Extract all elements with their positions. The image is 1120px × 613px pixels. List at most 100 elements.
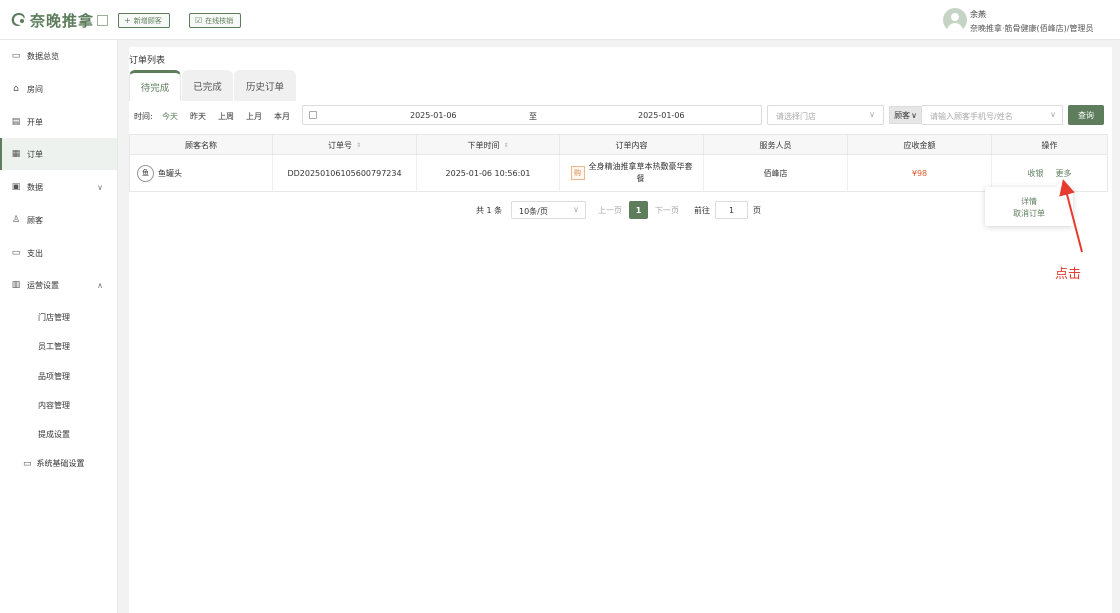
customer-type-select[interactable]: 顾客 ∨: [889, 106, 922, 124]
filter-this-month[interactable]: 本月: [274, 111, 290, 122]
sidebar-item-overview[interactable]: ▭ 数据总览: [0, 40, 117, 72]
page-title: 订单列表: [129, 56, 166, 66]
filter-last-week[interactable]: 上周: [218, 111, 234, 122]
sidebar: ▭ 数据总览 ⌂ 房间 ▤ 开单 ▦ 订单 ▣ 数据 ∨ ♙ 顾客 ▭ 支出 ▥…: [0, 40, 118, 613]
sidebar-item-data[interactable]: ▣ 数据 ∨: [0, 171, 117, 203]
column-header: 订单内容: [560, 135, 704, 155]
order-time-cell: 2025-01-06 10:56:01: [417, 155, 560, 191]
avatar[interactable]: [943, 8, 967, 32]
staff-cell: 佰峰店: [704, 155, 848, 191]
next-page-button[interactable]: 下一页: [655, 205, 679, 216]
sidebar-item-orders[interactable]: ▦ 订单: [0, 138, 117, 170]
chevron-down-icon: ∨: [1050, 110, 1056, 119]
dropdown-item-cancel-order[interactable]: 取消订单: [985, 208, 1073, 219]
store-placeholder: 请选择门店: [776, 112, 816, 121]
filter-last-month[interactable]: 上月: [246, 111, 262, 122]
annotation-click-label: 点击: [1055, 267, 1082, 282]
sidebar-item-label: 数据: [27, 182, 43, 192]
column-header: 应收金额: [848, 135, 992, 155]
page-size-select[interactable]: 10条/页 ∨: [511, 201, 586, 219]
table-row: 鱼 鱼罐头 DD20250106105600797234 2025-01-06 …: [130, 155, 1107, 191]
brand-seal-icon: [97, 14, 109, 26]
sidebar-item-operations[interactable]: ▥ 运营设置 ∧: [0, 269, 117, 301]
data-icon: ▣: [11, 182, 21, 192]
dropdown-item-details[interactable]: 详情: [985, 196, 1073, 207]
edit-icon: ☑: [195, 16, 203, 25]
more-link[interactable]: 更多: [1056, 168, 1072, 179]
table-header: 顾客名称 订单号 ⇕ 下单时间 ⇕ 订单内容 服务人员 应收金额 操作: [130, 135, 1107, 155]
customer-search-input[interactable]: 请输入顾客手机号/姓名 ∨: [922, 105, 1063, 125]
sidebar-item-expenses[interactable]: ▭ 支出: [0, 237, 117, 269]
order-icon: ▦: [11, 149, 21, 159]
content-panel: [129, 47, 1112, 613]
online-checkout-label: 在线核销: [205, 16, 234, 25]
brand-logo[interactable]: 奈晚推拿: [10, 10, 109, 30]
column-header-order-no[interactable]: 订单号 ⇕: [273, 135, 417, 155]
sidebar-item-customers[interactable]: ♙ 顾客: [0, 204, 117, 236]
receive-payment-link[interactable]: 收银: [1028, 168, 1044, 179]
filter-today[interactable]: 今天: [162, 111, 178, 122]
goto-page-input[interactable]: 1: [715, 201, 748, 219]
sidebar-item-rooms[interactable]: ⌂ 房间: [0, 73, 117, 105]
customer-name: 鱼罐头: [158, 168, 182, 178]
user-name: 余燕: [970, 10, 986, 19]
goto-label: 前往: [694, 206, 710, 215]
store-select[interactable]: 请选择门店 ∨: [767, 105, 884, 125]
prev-page-button[interactable]: 上一页: [598, 205, 622, 216]
query-button[interactable]: 查询: [1068, 105, 1104, 125]
date-range-picker[interactable]: 2025-01-06 至 2025-01-06: [302, 105, 762, 125]
top-header: 奈晚推拿 + 新增顾客 ☑ 在线核销 余燕 奈晚推拿·筋骨健康(佰峰店)/管理员: [0, 0, 1120, 40]
tab-pending[interactable]: 待完成: [129, 70, 181, 101]
date-to[interactable]: 2025-01-06: [638, 111, 685, 120]
purchase-tag: 购: [570, 166, 585, 180]
sidebar-item-label: 数据总览: [27, 51, 59, 61]
wallet-icon: ▭: [11, 248, 21, 258]
leaf-logo-icon: [11, 13, 25, 26]
sidebar-item-label: 顾客: [27, 215, 43, 225]
calendar-icon: [309, 111, 317, 119]
sort-icon[interactable]: ⇕: [356, 142, 361, 149]
sidebar-subitem-content[interactable]: 内容管理: [38, 400, 70, 411]
chevron-down-icon: ∨: [911, 110, 917, 120]
order-no-cell: DD20250106105600797234: [273, 155, 417, 191]
order-content-cell: 购 全身精油推拿草本热敷豪华套餐: [560, 155, 704, 191]
document-icon: ▤: [11, 117, 21, 127]
sidebar-subitem-staff[interactable]: 员工管理: [38, 341, 70, 352]
sidebar-item-label: 开单: [27, 117, 43, 127]
amount-cell: ¥98: [848, 155, 992, 191]
settings-icon: ▥: [11, 280, 21, 290]
date-from[interactable]: 2025-01-06: [410, 111, 457, 120]
sidebar-item-billing[interactable]: ▤ 开单: [0, 106, 117, 138]
sidebar-subitem-items[interactable]: 品项管理: [38, 371, 70, 382]
column-header: 操作: [1041, 140, 1058, 150]
chevron-down-icon: ∨: [869, 110, 875, 119]
chevron-down-icon: ∨: [97, 182, 103, 192]
page-number-current[interactable]: 1: [629, 201, 648, 219]
home-icon: ⌂: [13, 84, 19, 94]
tab-completed[interactable]: 已完成: [182, 70, 233, 101]
chevron-down-icon: ∨: [573, 205, 579, 214]
actions-cell: 收银 更多: [992, 155, 1107, 191]
sidebar-subitem-stores[interactable]: 门店管理: [38, 312, 70, 323]
time-label: 时间:: [134, 112, 153, 121]
pagination-total: 共 1 条: [476, 206, 503, 215]
sidebar-item-label: 系统基础设置: [36, 459, 85, 468]
filter-yesterday[interactable]: 昨天: [190, 111, 206, 122]
plus-icon: +: [124, 16, 131, 25]
sidebar-item-label: 房间: [27, 84, 43, 94]
monitor-icon: ▭: [23, 458, 32, 469]
date-separator: 至: [529, 112, 537, 121]
column-header-order-time[interactable]: 下单时间 ⇕: [417, 135, 560, 155]
customer-type-label: 顾客: [894, 110, 911, 120]
online-checkout-button[interactable]: ☑ 在线核销: [189, 13, 241, 28]
sidebar-item-label: 订单: [27, 149, 43, 159]
sidebar-item-label: 支出: [27, 248, 43, 258]
sort-icon[interactable]: ⇕: [503, 142, 508, 149]
orders-table: 顾客名称 订单号 ⇕ 下单时间 ⇕ 订单内容 服务人员 应收金额 操作 鱼 鱼罐头 …: [129, 134, 1108, 192]
tab-history[interactable]: 历史订单: [234, 70, 296, 101]
new-customer-label: 新增顾客: [133, 16, 162, 25]
sidebar-item-system-settings[interactable]: ▭ 系统基础设置: [23, 458, 85, 469]
user-role: 奈晚推拿·筋骨健康(佰峰店)/管理员: [970, 24, 1094, 33]
sidebar-subitem-commission[interactable]: 提成设置: [38, 429, 70, 440]
new-customer-button[interactable]: + 新增顾客: [118, 13, 170, 28]
